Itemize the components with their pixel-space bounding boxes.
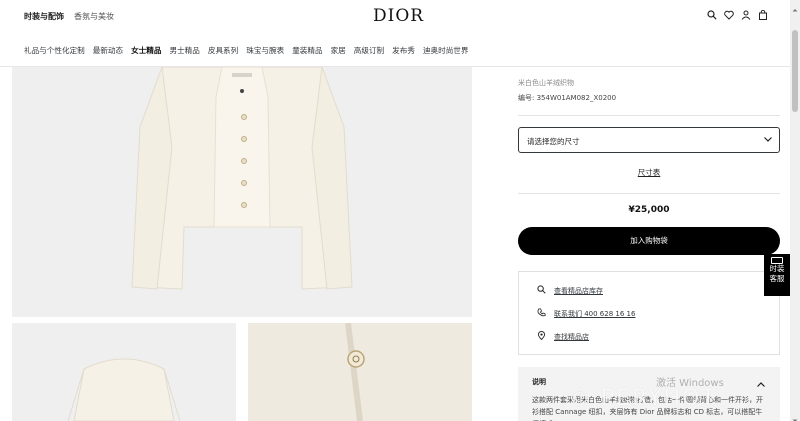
dior-logo[interactable]: DIOR bbox=[373, 6, 424, 26]
nav-item-world[interactable]: 迪奥时尚世界 bbox=[423, 45, 469, 56]
product-image-main[interactable] bbox=[12, 67, 472, 317]
scroll-down-icon[interactable] bbox=[790, 411, 800, 421]
badge-line1: 时装 bbox=[769, 264, 785, 273]
chevron-down-icon bbox=[763, 134, 773, 146]
top-bar: 时装与配饰 香氛与美妆 DIOR bbox=[0, 0, 790, 34]
phone-icon bbox=[537, 308, 546, 319]
chevron-up-icon[interactable] bbox=[756, 375, 766, 394]
add-to-cart-button[interactable]: 加入购物袋 bbox=[518, 227, 780, 255]
service-stock[interactable]: 查看精品店库存 bbox=[537, 285, 603, 296]
nav-item-home[interactable]: 家居 bbox=[331, 45, 346, 56]
size-guide-link[interactable]: 尺寸表 bbox=[518, 167, 780, 178]
top-link-fashion[interactable]: 时装与配饰 bbox=[24, 11, 64, 22]
chat-icon bbox=[771, 257, 783, 264]
top-links: 时装与配饰 香氛与美妆 bbox=[24, 11, 114, 22]
product-image-back[interactable] bbox=[12, 323, 236, 421]
service-stores-label: 查找精品店 bbox=[554, 332, 589, 341]
scroll-up-icon[interactable] bbox=[790, 0, 800, 12]
scrollbar-thumb[interactable] bbox=[792, 30, 798, 112]
location-icon bbox=[537, 331, 546, 342]
description-title: 说明 bbox=[532, 378, 546, 386]
page-scrollbar[interactable] bbox=[790, 0, 800, 421]
services-box: 查看精品店库存 联系我们 400 628 16 16 查找精品店 bbox=[518, 271, 780, 355]
service-contact[interactable]: 联系我们 400 628 16 16 bbox=[537, 308, 635, 319]
search-icon[interactable] bbox=[706, 9, 717, 20]
bag-icon[interactable] bbox=[757, 9, 768, 20]
size-select[interactable]: 请选择您的尺寸 bbox=[518, 127, 780, 153]
product-image-detail[interactable] bbox=[248, 323, 472, 421]
product-price: ¥25,000 bbox=[628, 205, 670, 215]
badge-line2: 客服 bbox=[769, 274, 785, 283]
product-gallery bbox=[0, 67, 490, 421]
nav-item-men[interactable]: 男士精品 bbox=[170, 45, 200, 56]
customer-service-badge[interactable]: 时装 客服 bbox=[764, 254, 790, 296]
header-icons bbox=[706, 9, 768, 20]
product-panel: 米白色山羊绒织物 编号: 354W01AM082_X0200 请选择您的尺寸 尺… bbox=[518, 67, 780, 421]
divider bbox=[518, 115, 780, 116]
nav-item-new[interactable]: 最新动态 bbox=[93, 45, 123, 56]
service-contact-label: 联系我们 400 628 16 16 bbox=[554, 309, 636, 318]
product-color-material: 米白色山羊绒织物 bbox=[518, 79, 574, 87]
main-nav: 礼品与个性化定制 最新动态 女士精品 男士精品 皮具系列 珠宝与腕表 童装精品 … bbox=[0, 34, 790, 67]
search-icon bbox=[537, 285, 546, 296]
top-link-beauty[interactable]: 香氛与美妆 bbox=[74, 11, 114, 22]
nav-item-women[interactable]: 女士精品 bbox=[131, 45, 161, 56]
site-watermark: © PERYHOT bbox=[568, 386, 717, 411]
product-reference: 编号: 354W01AM082_X0200 bbox=[518, 94, 617, 102]
nav-item-leather[interactable]: 皮具系列 bbox=[208, 45, 238, 56]
service-stock-label: 查看精品店库存 bbox=[554, 286, 603, 295]
heart-icon[interactable] bbox=[723, 9, 734, 20]
service-stores[interactable]: 查找精品店 bbox=[537, 331, 589, 342]
nav-item-jewelry[interactable]: 珠宝与腕表 bbox=[246, 45, 284, 56]
divider bbox=[518, 193, 780, 194]
user-icon[interactable] bbox=[740, 9, 751, 20]
nav-item-gifts[interactable]: 礼品与个性化定制 bbox=[24, 45, 85, 56]
nav-item-shows[interactable]: 发布秀 bbox=[392, 45, 415, 56]
nav-item-couture[interactable]: 高级订制 bbox=[354, 45, 384, 56]
nav-item-kids[interactable]: 童装精品 bbox=[292, 45, 322, 56]
size-select-label: 请选择您的尺寸 bbox=[527, 137, 580, 146]
